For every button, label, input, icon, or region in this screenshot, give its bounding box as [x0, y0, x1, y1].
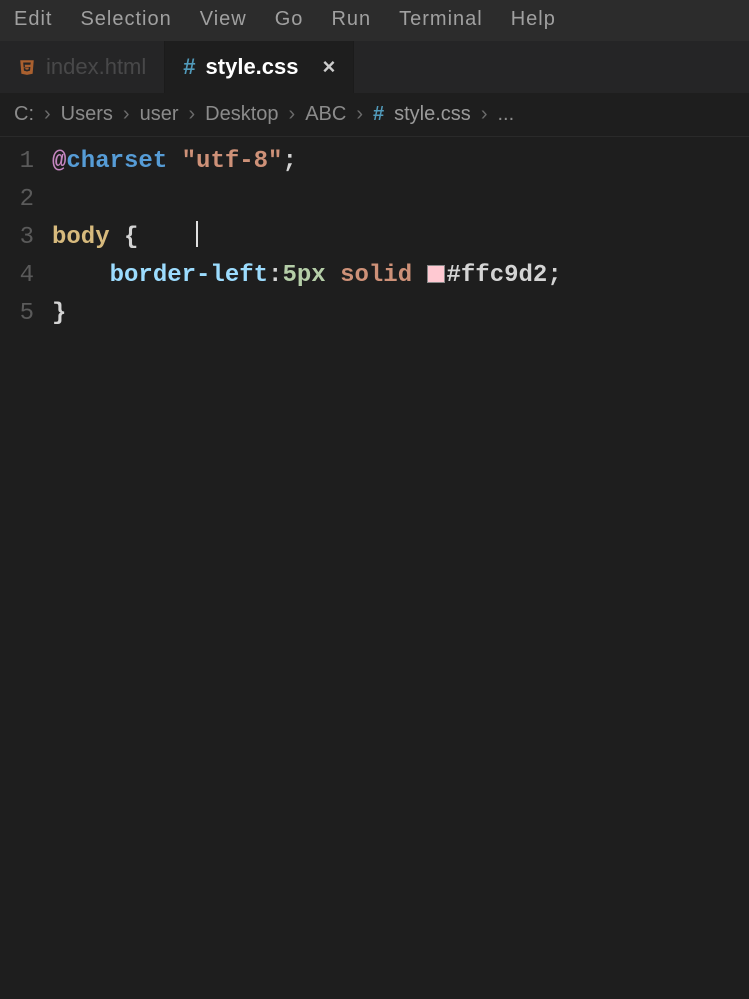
- code-line[interactable]: @charset "utf-8";: [52, 143, 749, 181]
- chevron-right-icon: ›: [356, 103, 363, 126]
- code-line[interactable]: }: [52, 295, 749, 333]
- breadcrumb-seg[interactable]: Users: [61, 103, 113, 126]
- code-line[interactable]: border-left:5px solid #ffc9d2;: [52, 257, 749, 295]
- chevron-right-icon: ›: [188, 103, 195, 126]
- breadcrumb-file[interactable]: style.css: [394, 103, 471, 126]
- code-line[interactable]: body {: [52, 219, 749, 257]
- tab-label: style.css: [206, 54, 299, 80]
- breadcrumb-seg[interactable]: C:: [14, 103, 34, 126]
- html-icon: [18, 58, 36, 76]
- tab-style-css[interactable]: # style.css ×: [165, 41, 354, 93]
- breadcrumb-seg[interactable]: ABC: [305, 103, 346, 126]
- chevron-right-icon: ›: [289, 103, 296, 126]
- menu-go[interactable]: Go: [275, 8, 304, 31]
- token-keyword: charset: [66, 148, 167, 175]
- token-string: "utf-8": [182, 148, 283, 175]
- breadcrumb-tail[interactable]: ...: [497, 103, 514, 126]
- token-brace: {: [124, 224, 138, 251]
- breadcrumb-seg[interactable]: Desktop: [205, 103, 278, 126]
- code-area[interactable]: @charset "utf-8"; body { border-left:5px…: [52, 143, 749, 333]
- tab-label: index.html: [46, 54, 146, 80]
- token-number: 5px: [282, 262, 325, 289]
- code-line[interactable]: [52, 181, 749, 219]
- line-number: 4: [0, 257, 34, 295]
- token-brace: }: [52, 300, 66, 327]
- breadcrumb-seg[interactable]: user: [140, 103, 179, 126]
- css-icon: #: [373, 103, 384, 126]
- line-number-gutter: 1 2 3 4 5: [0, 143, 52, 333]
- code-editor[interactable]: 1 2 3 4 5 @charset "utf-8"; body { borde…: [0, 137, 749, 333]
- token-punc: ;: [282, 148, 296, 175]
- menu-bar: Edit Selection View Go Run Terminal Help: [0, 0, 749, 41]
- breadcrumb: C: › Users › user › Desktop › ABC › # st…: [0, 93, 749, 137]
- token-selector: body: [52, 224, 110, 251]
- menu-help[interactable]: Help: [511, 8, 556, 31]
- token-property: border-left: [110, 262, 268, 289]
- line-number: 5: [0, 295, 34, 333]
- color-swatch-icon[interactable]: [427, 265, 445, 283]
- menu-run[interactable]: Run: [331, 8, 371, 31]
- css-icon: #: [183, 54, 195, 80]
- chevron-right-icon: ›: [481, 103, 488, 126]
- menu-edit[interactable]: Edit: [14, 8, 52, 31]
- menu-view[interactable]: View: [200, 8, 247, 31]
- line-number: 2: [0, 181, 34, 219]
- line-number: 1: [0, 143, 34, 181]
- menu-selection[interactable]: Selection: [80, 8, 171, 31]
- menu-terminal[interactable]: Terminal: [399, 8, 483, 31]
- tab-bar: index.html # style.css ×: [0, 41, 749, 93]
- chevron-right-icon: ›: [44, 103, 51, 126]
- tab-index-html[interactable]: index.html: [0, 41, 165, 93]
- chevron-right-icon: ›: [123, 103, 130, 126]
- text-cursor-icon: [196, 221, 198, 247]
- token-keyword: solid: [340, 262, 412, 289]
- token-at: @: [52, 148, 66, 175]
- token-colon: :: [268, 262, 282, 289]
- close-icon[interactable]: ×: [323, 56, 336, 78]
- token-color: #ffc9d2: [447, 262, 548, 289]
- line-number: 3: [0, 219, 34, 257]
- token-punc: ;: [547, 262, 561, 289]
